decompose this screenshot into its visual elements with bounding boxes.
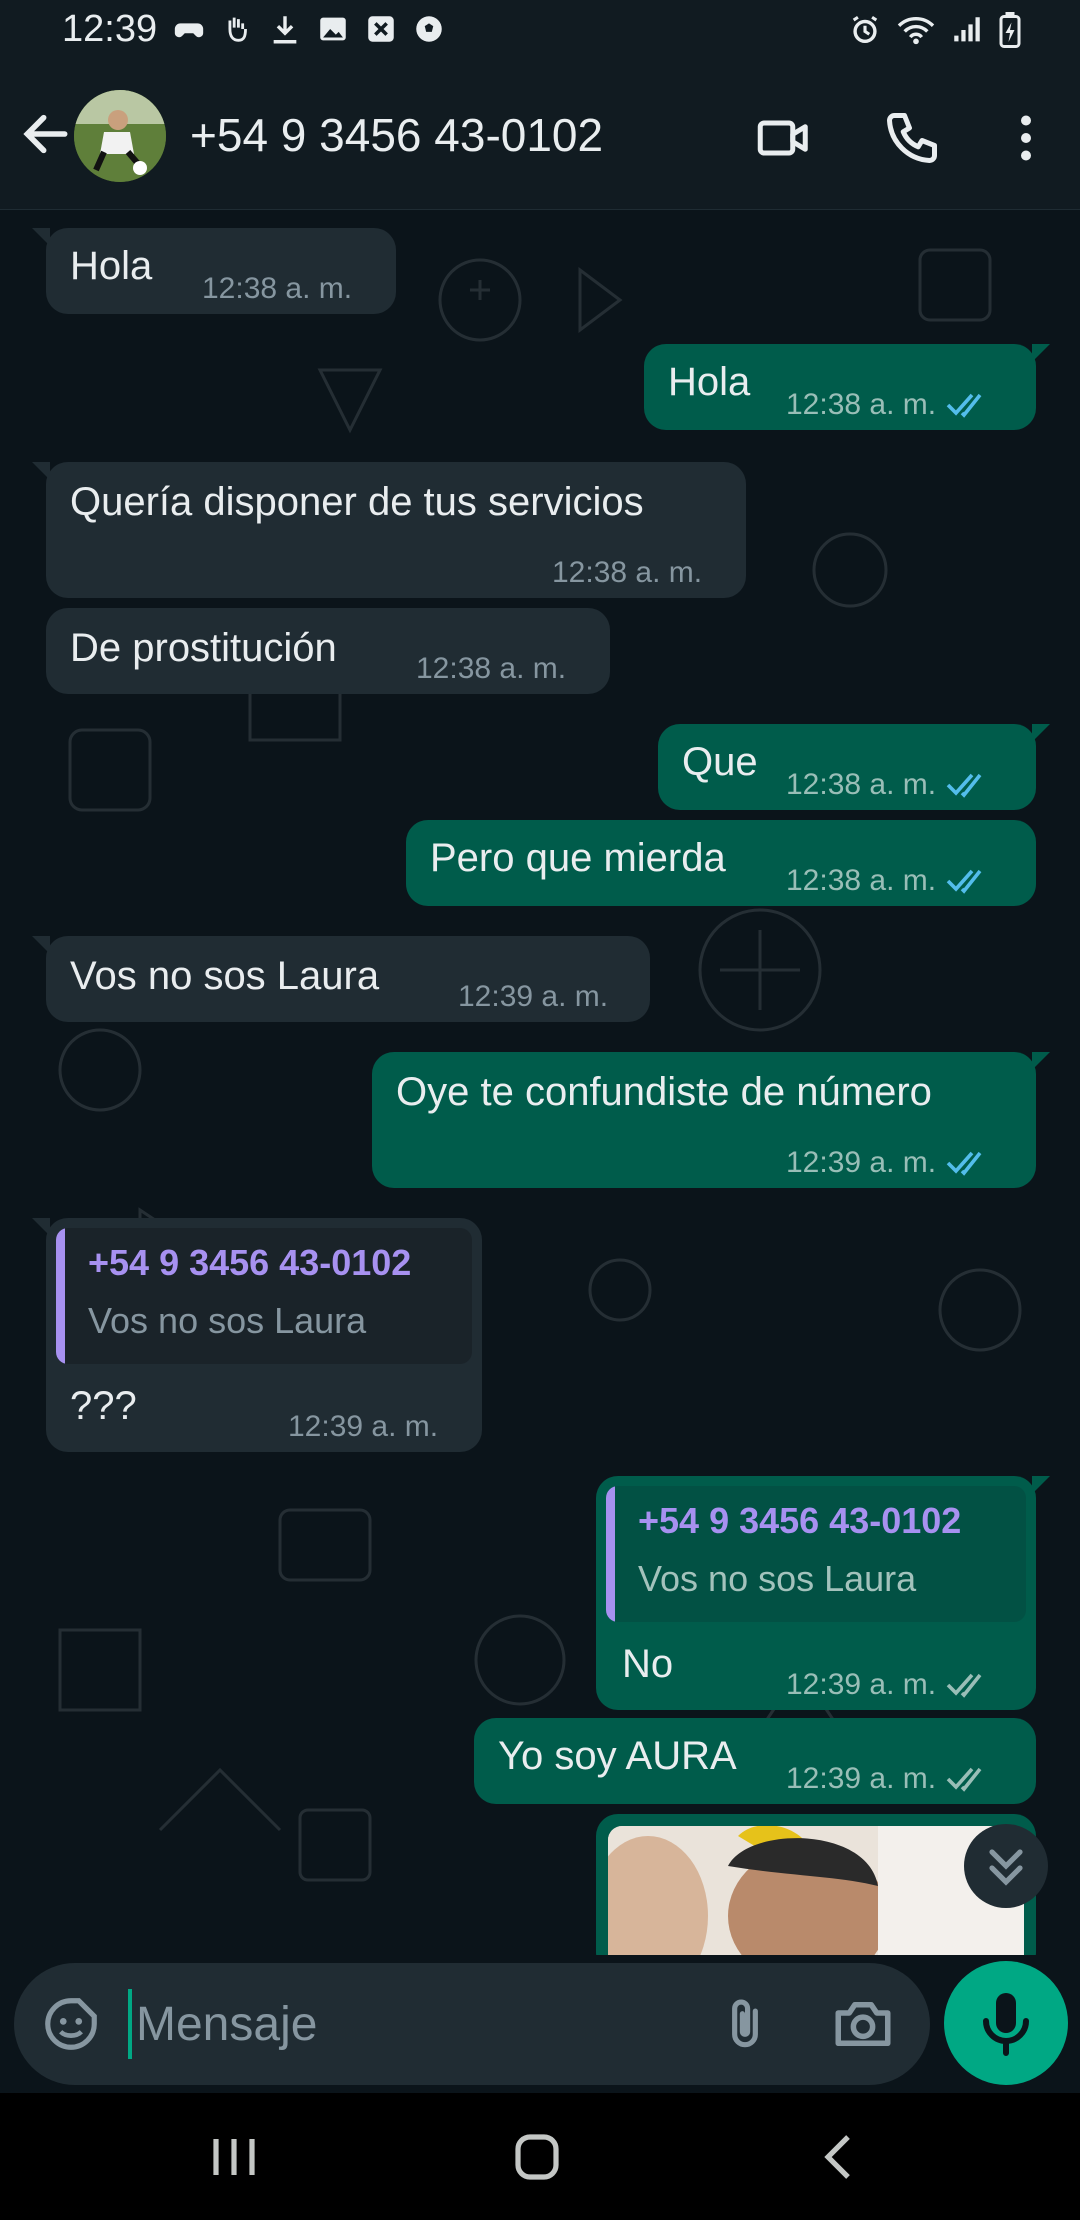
more-vertical-icon: [1021, 115, 1031, 161]
message-text: Hola: [70, 244, 153, 288]
signal-icon: [954, 17, 980, 42]
back-chevron-icon: [824, 2135, 850, 2179]
quote-author: +54 9 3456 43-0102: [638, 1500, 962, 1541]
message-time: 12:38 a. m.: [416, 652, 567, 685]
message-outgoing[interactable]: Hola 12:38 a. m.: [644, 344, 1050, 430]
paperclip-icon: [732, 1999, 758, 2048]
quote-bar: [606, 1486, 615, 1622]
read-ticks-icon: [946, 393, 982, 418]
scroll-to-bottom-button[interactable]: [964, 1824, 1048, 1908]
quote-text: Vos no sos Laura: [88, 1300, 367, 1341]
read-ticks-icon: [946, 869, 982, 894]
gallery-icon: [320, 17, 346, 41]
message-text: Hola: [668, 360, 751, 404]
quote-text: Vos no sos Laura: [638, 1558, 917, 1599]
notification-icons: [172, 12, 446, 46]
arrow-left-icon: [23, 114, 68, 154]
quote-bar: [56, 1228, 65, 1364]
message-text: Vos no sos Laura: [70, 954, 380, 998]
message-outgoing[interactable]: Pero que mierda 12:38 a. m.: [406, 820, 1036, 906]
voice-call-button[interactable]: [882, 108, 942, 168]
sticker-emoji-icon: [45, 1998, 97, 2050]
back-button[interactable]: [18, 106, 74, 162]
message-text: Quería disponer de tus servicios: [70, 480, 644, 524]
message-text: Yo soy AURA: [498, 1734, 737, 1778]
game-controller-icon: [174, 23, 204, 38]
message-outgoing[interactable]: Oye te confundiste de número 12:39 a. m.: [372, 1052, 1050, 1188]
message-incoming[interactable]: Quería disponer de tus servicios 12:38 a…: [32, 462, 746, 598]
delivered-ticks-icon: [946, 1673, 982, 1698]
soccer-ball-icon: [416, 16, 442, 42]
contact-name[interactable]: +54 9 3456 43-0102: [190, 108, 603, 162]
wifi-icon: [897, 17, 935, 45]
alarm-icon: [852, 15, 878, 44]
message-composer: [14, 1963, 930, 2085]
quoted-message[interactable]: +54 9 3456 43-0102 Vos no sos Laura: [56, 1228, 472, 1364]
video-call-button[interactable]: [754, 108, 814, 168]
more-options-button[interactable]: [996, 108, 1056, 168]
app-x-icon: [368, 16, 394, 42]
message-time: 12:39 a. m.: [786, 1762, 990, 1796]
quote-author: +54 9 3456 43-0102: [88, 1242, 412, 1283]
message-time: 12:38 a. m.: [202, 272, 353, 305]
home-icon: [515, 2134, 559, 2180]
attach-button[interactable]: [714, 1991, 776, 2057]
double-chevron-down-icon: [989, 1849, 1023, 1886]
message-incoming[interactable]: De prostitución 12:38 a. m.: [46, 608, 610, 694]
battery-icon: [999, 12, 1021, 48]
message-time: 12:38 a. m.: [786, 864, 990, 898]
download-icon: [273, 16, 297, 44]
image-thumbnail[interactable]: [608, 1826, 1024, 1955]
home-button[interactable]: [502, 2127, 572, 2187]
message-outgoing[interactable]: Yo soy AURA 12:39 a. m.: [474, 1718, 1036, 1804]
message-incoming[interactable]: Vos no sos Laura 12:39 a. m.: [32, 936, 650, 1022]
voice-message-button[interactable]: [944, 1961, 1068, 2085]
read-ticks-icon: [946, 773, 982, 798]
status-time: 12:39: [62, 8, 158, 50]
chat-header: +54 9 3456 43-0102: [0, 64, 1080, 210]
read-ticks-icon: [946, 1151, 982, 1176]
avatar[interactable]: [74, 90, 166, 182]
message-time: 12:39 a. m.: [786, 1668, 990, 1702]
hand-icon: [228, 17, 247, 42]
message-time: 12:38 a. m.: [786, 388, 990, 422]
chat-area[interactable]: Hola 12:38 a. m. Hola 12:38 a. m. Quería…: [0, 210, 1080, 1955]
microphone-icon: [983, 1993, 1029, 2056]
phone-icon: [887, 113, 937, 163]
message-text: No: [622, 1642, 674, 1686]
camera-icon: [835, 2002, 891, 2046]
photo-preview: [608, 1826, 1024, 1955]
message-text: Pero que mierda: [430, 836, 726, 880]
message-text: Oye te confundiste de número: [396, 1070, 932, 1114]
message-time: 12:38 a. m.: [552, 556, 703, 589]
message-text: De prostitución: [70, 626, 337, 670]
text-cursor: [128, 1989, 132, 2059]
message-text: Que: [682, 740, 758, 784]
recent-apps-icon: [213, 2139, 255, 2175]
composer-bar: [0, 1955, 1080, 2093]
status-bar: 12:39: [0, 0, 1080, 64]
message-input[interactable]: [136, 1993, 696, 2055]
message-outgoing[interactable]: Que 12:38 a. m.: [658, 724, 1050, 810]
message-time: 12:38 a. m.: [786, 768, 990, 802]
quoted-message[interactable]: +54 9 3456 43-0102 Vos no sos Laura: [606, 1486, 1026, 1622]
emoji-sticker-button[interactable]: [40, 1993, 102, 2055]
message-incoming[interactable]: Hola 12:38 a. m.: [32, 228, 396, 314]
camera-button[interactable]: [830, 1991, 896, 2057]
video-call-icon: [757, 120, 808, 156]
avatar-image: [74, 90, 166, 182]
back-nav-button[interactable]: [806, 2127, 876, 2187]
message-incoming-reply[interactable]: +54 9 3456 43-0102 Vos no sos Laura ??? …: [32, 1218, 482, 1452]
message-time: 12:39 a. m.: [458, 980, 609, 1013]
delivered-ticks-icon: [946, 1767, 982, 1792]
system-icons: [848, 12, 1022, 48]
system-nav-bar: [0, 2093, 1080, 2220]
message-time: 12:39 a. m.: [288, 1410, 439, 1443]
recent-apps-button[interactable]: [200, 2127, 270, 2187]
message-outgoing-reply[interactable]: +54 9 3456 43-0102 Vos no sos Laura No 1…: [596, 1476, 1050, 1710]
message-time: 12:39 a. m.: [786, 1146, 990, 1180]
message-text: ???: [70, 1384, 137, 1428]
